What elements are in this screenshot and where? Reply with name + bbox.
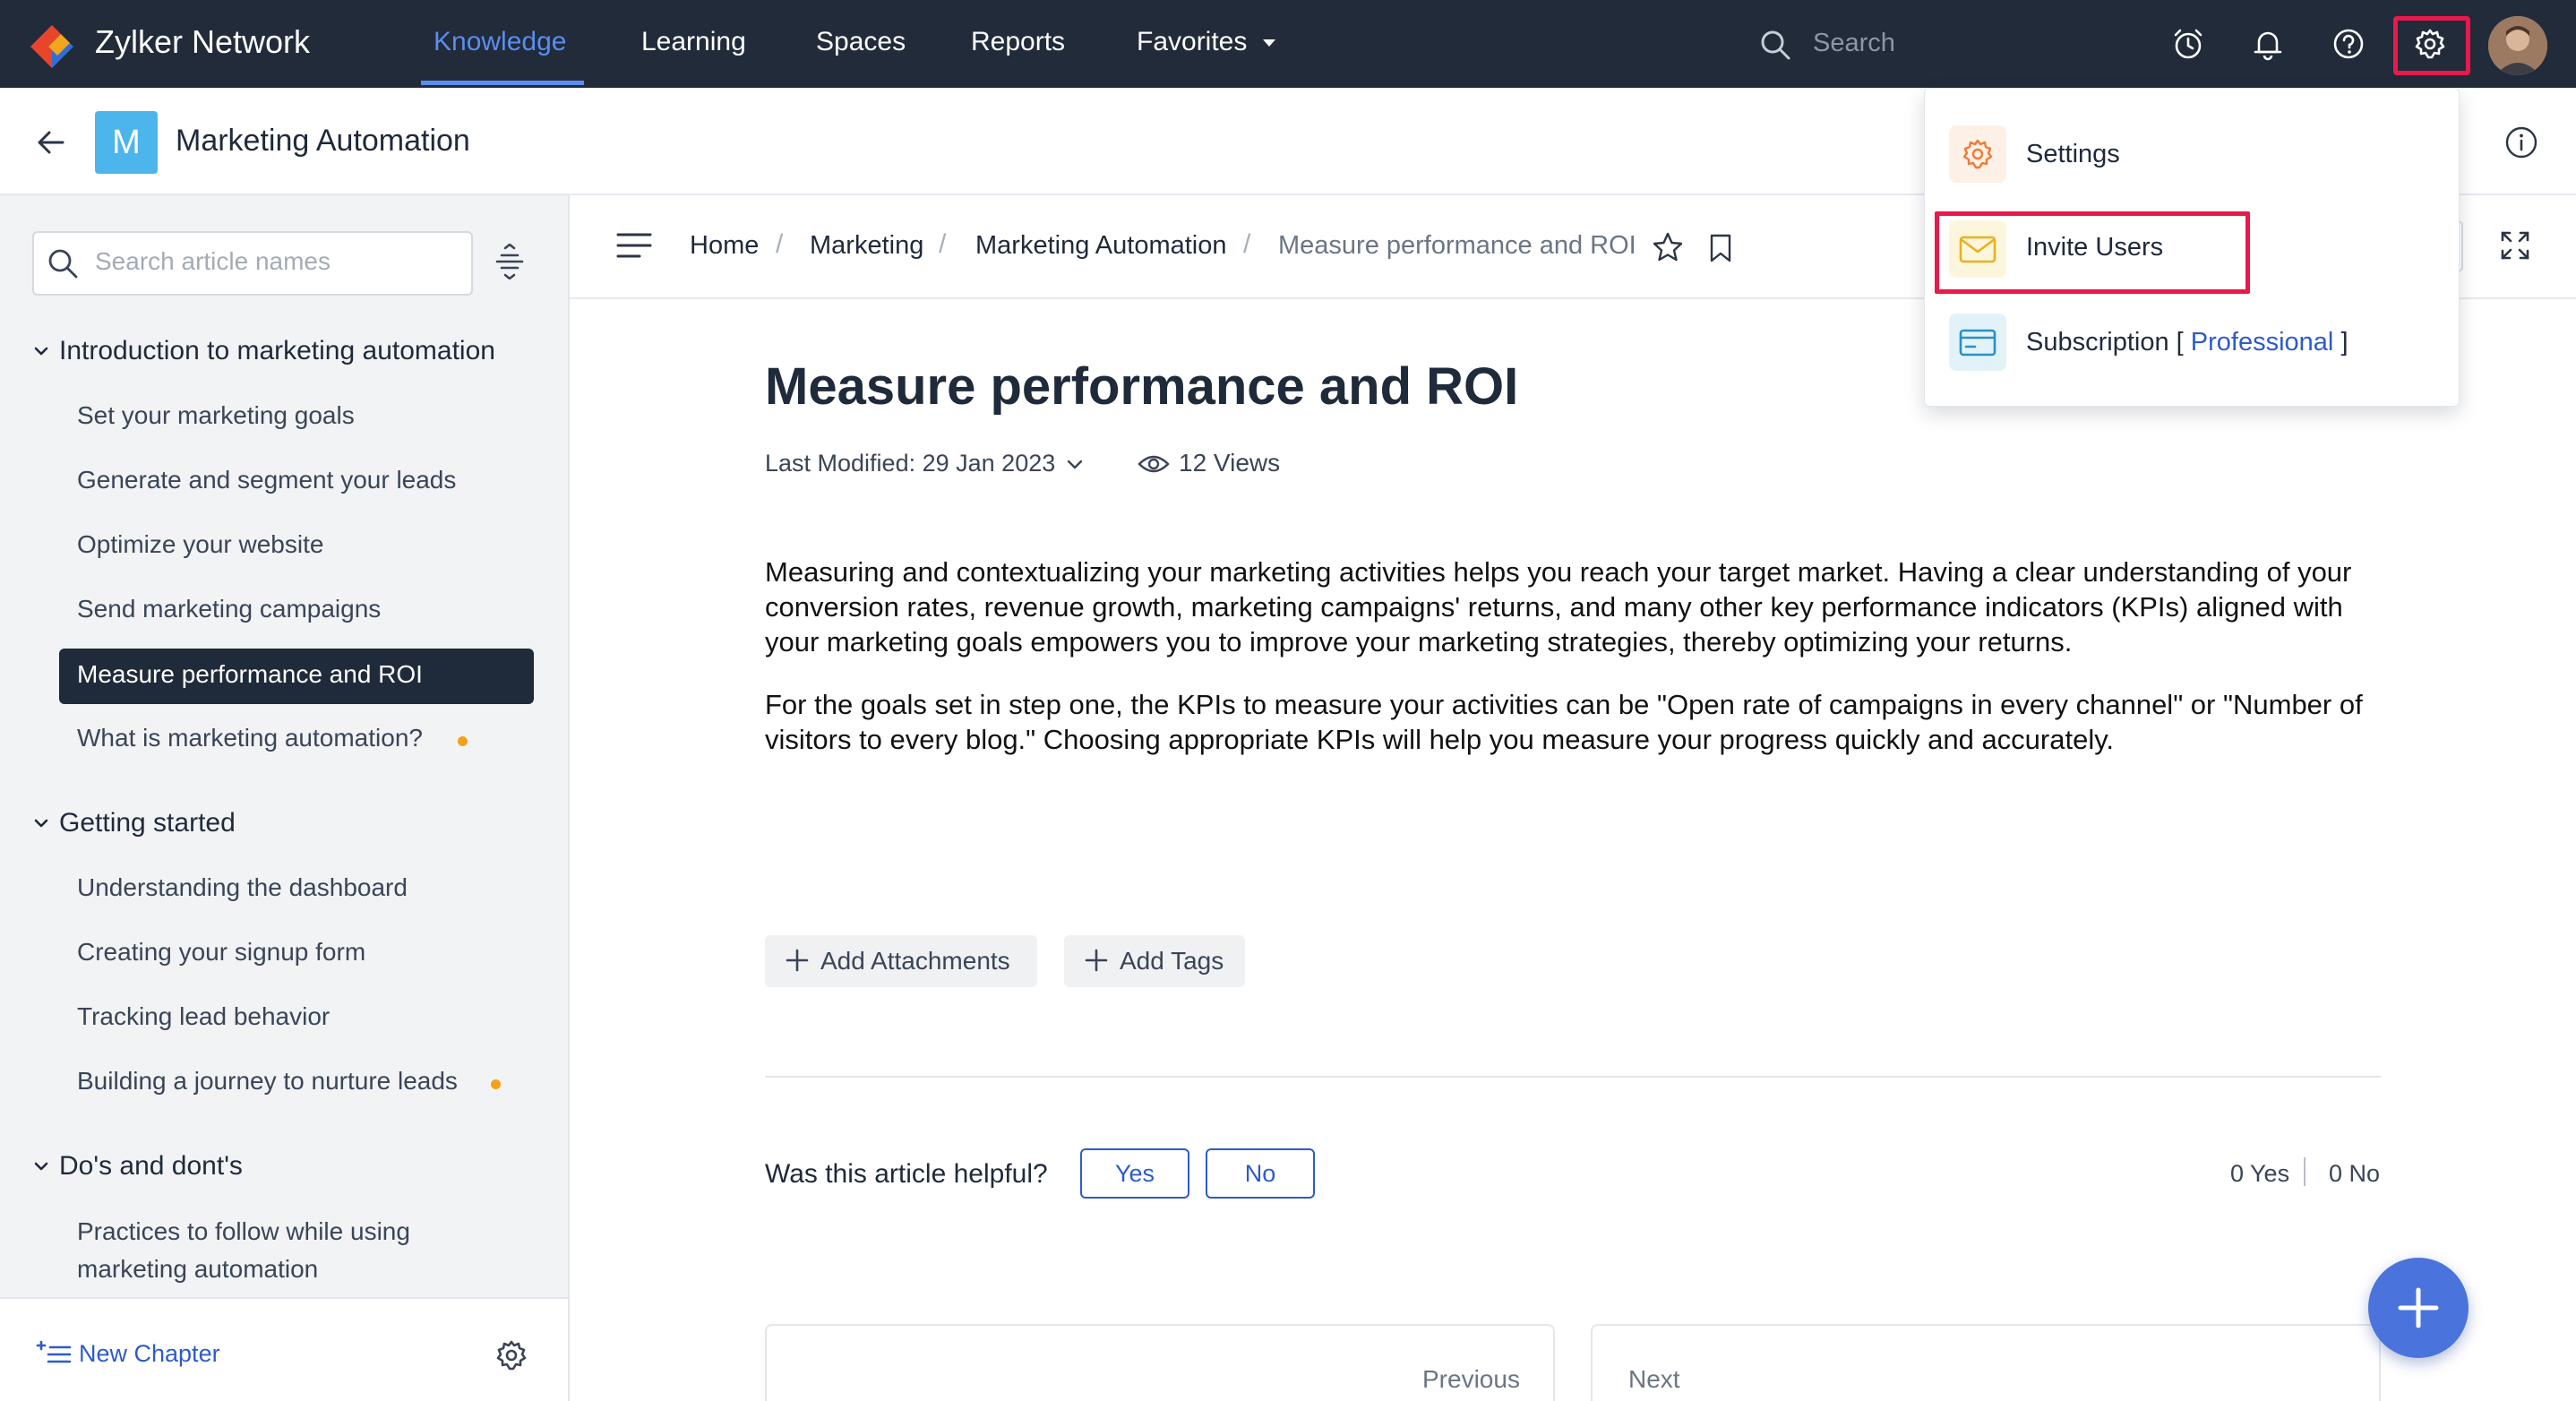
app-name[interactable]: Zylker Network xyxy=(95,23,310,61)
previous-label[interactable]: Previous xyxy=(1422,1365,1520,1394)
sidebar-article[interactable]: Understanding the dashboard xyxy=(77,873,408,902)
helpful-question: Was this article helpful? xyxy=(765,1159,1048,1189)
info-icon[interactable] xyxy=(2504,125,2538,159)
plus-icon xyxy=(1084,948,1109,973)
last-modified-label: Last Modified: xyxy=(765,450,916,477)
active-nav-underline xyxy=(421,81,584,85)
sidebar-article[interactable]: Optimize your website xyxy=(77,530,323,559)
nav-reports[interactable]: Reports xyxy=(971,27,1065,57)
last-modified-date[interactable]: 29 Jan 2023 xyxy=(923,450,1056,477)
article-paragraph: Measuring and contextualizing your marke… xyxy=(765,556,2352,658)
helpful-yes-button[interactable]: Yes xyxy=(1080,1148,1189,1199)
gear-icon[interactable] xyxy=(494,1338,528,1372)
avatar[interactable] xyxy=(2488,16,2547,75)
unread-dot xyxy=(491,1079,501,1089)
space-title: Marketing Automation xyxy=(176,124,470,158)
sort-collapse-icon[interactable] xyxy=(494,244,525,279)
breadcrumb-marketing[interactable]: Marketing xyxy=(810,231,923,261)
nav-favorites[interactable]: Favorites xyxy=(1137,27,1247,57)
dropdown-settings[interactable]: Settings xyxy=(2026,140,2120,169)
sidebar-article[interactable]: What is marketing automation? xyxy=(77,724,423,752)
subscription-label: Subscription xyxy=(2026,328,2169,357)
add-list-icon[interactable] xyxy=(36,1340,72,1367)
sidebar-article[interactable]: Creating your signup form xyxy=(77,938,365,967)
chevron-down-icon[interactable] xyxy=(1066,459,1084,471)
sidebar-article[interactable]: Building a journey to nurture leads xyxy=(77,1067,458,1096)
nav-knowledge[interactable]: Knowledge xyxy=(434,27,566,57)
sidebar-article[interactable]: Tracking lead behavior xyxy=(77,1002,330,1031)
breadcrumb-marketing-automation[interactable]: Marketing Automation xyxy=(975,231,1226,261)
search-icon xyxy=(47,247,79,279)
chevron-down-icon[interactable] xyxy=(32,814,50,832)
section-title-introduction[interactable]: Introduction to marketing automation xyxy=(59,336,495,366)
credit-card-icon xyxy=(1949,314,2006,371)
space-badge: M xyxy=(95,111,158,174)
breadcrumb-separator: / xyxy=(1243,229,1251,259)
next-label[interactable]: Next xyxy=(1628,1365,1680,1394)
dropdown-subscription[interactable]: Subscription [ Professional ] xyxy=(2026,328,2348,357)
settings-icon-box xyxy=(1949,125,2006,183)
sidebar-article[interactable]: Send marketing campaigns xyxy=(77,595,381,623)
settings-highlight-box xyxy=(2393,16,2470,75)
breadcrumb-separator: / xyxy=(939,229,947,259)
next-article-card[interactable] xyxy=(1591,1324,2381,1401)
help-icon[interactable] xyxy=(2331,27,2366,61)
divider xyxy=(765,1076,2381,1078)
add-button[interactable] xyxy=(2368,1258,2469,1358)
new-chapter-button[interactable]: New Chapter xyxy=(79,1340,220,1368)
back-arrow-icon[interactable] xyxy=(36,127,66,158)
article-search-input[interactable] xyxy=(95,247,453,276)
last-modified[interactable]: Last Modified: 29 Jan 2023 xyxy=(765,450,1055,477)
breadcrumb-current: Measure performance and ROI xyxy=(1278,231,1636,260)
no-count: 0 No xyxy=(2329,1160,2381,1187)
bookmark-icon[interactable] xyxy=(1707,233,1734,263)
chevron-down-icon[interactable] xyxy=(1261,38,1277,48)
helpful-no-button[interactable]: No xyxy=(1206,1148,1315,1199)
nav-learning[interactable]: Learning xyxy=(641,27,746,57)
article-title: Measure performance and ROI xyxy=(765,357,1519,416)
nav-spaces[interactable]: Spaces xyxy=(816,27,906,57)
subscription-bracket-close: ] xyxy=(2340,328,2348,357)
sidebar-article[interactable]: Set your marketing goals xyxy=(77,401,355,430)
zylker-logo-icon[interactable] xyxy=(25,16,82,73)
alarm-clock-icon[interactable] xyxy=(2171,27,2205,61)
star-icon[interactable] xyxy=(1652,231,1684,263)
section-title-getting-started[interactable]: Getting started xyxy=(59,808,236,838)
sidebar-article[interactable]: Practices to follow while using marketin… xyxy=(77,1213,489,1288)
sidebar-article[interactable]: Generate and segment your leads xyxy=(77,466,456,494)
view-count: 12 Views xyxy=(1179,449,1281,477)
count-separator xyxy=(2304,1157,2306,1186)
global-search-placeholder[interactable]: Search xyxy=(1813,29,1895,58)
expand-icon[interactable] xyxy=(2499,229,2531,262)
plan-link[interactable]: Professional xyxy=(2191,328,2334,357)
breadcrumb-separator: / xyxy=(776,229,784,259)
plus-icon xyxy=(785,948,810,973)
chevron-down-icon[interactable] xyxy=(32,1157,50,1175)
menu-icon[interactable] xyxy=(616,231,652,260)
article-paragraph: For the goals set in step one, the KPIs … xyxy=(765,689,2363,755)
section-title-dos-and-donts[interactable]: Do's and dont's xyxy=(59,1151,243,1182)
breadcrumb-home[interactable]: Home xyxy=(690,231,759,261)
invite-users-highlight-box xyxy=(1935,211,2250,294)
bell-icon[interactable] xyxy=(2251,27,2285,61)
search-icon[interactable] xyxy=(1759,29,1791,61)
sidebar-article-active-label[interactable]: Measure performance and ROI xyxy=(77,660,423,689)
eye-icon xyxy=(1138,451,1170,477)
chevron-down-icon[interactable] xyxy=(32,342,50,360)
unread-dot xyxy=(458,736,468,746)
yes-count: 0 Yes xyxy=(2230,1160,2290,1187)
subscription-bracket-open: [ xyxy=(2176,328,2184,357)
